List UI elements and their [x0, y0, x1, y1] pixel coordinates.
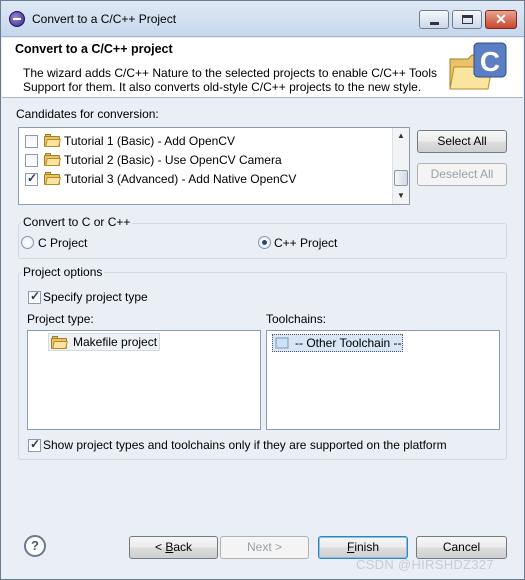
- minimize-button[interactable]: [419, 10, 449, 29]
- project-folder-icon: [44, 172, 61, 185]
- cpp-project-label: C++ Project: [274, 236, 338, 250]
- convert-group-label: Convert to C or C++: [21, 215, 133, 229]
- specify-type-label: Specify project type: [43, 290, 148, 304]
- scroll-up-icon[interactable]: ▲: [393, 128, 409, 144]
- window-title: Convert to a C/C++ Project: [32, 12, 177, 26]
- project-folder-icon: [44, 134, 61, 147]
- close-icon: ✕: [495, 11, 507, 27]
- cancel-button[interactable]: Cancel: [416, 536, 507, 559]
- banner-graphic-letter: C: [480, 46, 500, 77]
- list-item[interactable]: Tutorial 3 (Advanced) - Add Native OpenC…: [25, 170, 296, 188]
- list-item[interactable]: Tutorial 2 (Basic) - Use OpenCV Camera: [25, 151, 282, 169]
- show-supported-checkbox[interactable]: [28, 437, 41, 452]
- show-supported-label: Show project types and toolchains only i…: [43, 438, 447, 452]
- banner-title: Convert to a C/C++ project: [15, 42, 173, 56]
- deselect-all-button[interactable]: Deselect All: [417, 163, 507, 186]
- scroll-thumb[interactable]: [394, 170, 408, 186]
- close-button[interactable]: ✕: [485, 10, 517, 29]
- list-item[interactable]: Tutorial 1 (Basic) - Add OpenCV: [25, 132, 235, 150]
- scroll-down-icon[interactable]: ▼: [393, 188, 409, 204]
- finish-rest: inish: [354, 540, 380, 554]
- project-options-label: Project options: [21, 265, 105, 279]
- project-type-item: Makefile project: [73, 335, 158, 349]
- toolchain-icon: [275, 337, 289, 349]
- banner-description: The wizard adds C/C++ Nature to the sele…: [23, 66, 438, 94]
- title-bar[interactable]: Convert to a C/C++ Project ✕: [1, 1, 524, 37]
- candidate-checkbox-1[interactable]: [25, 134, 38, 148]
- maximize-button[interactable]: [452, 10, 482, 29]
- minimize-icon: [430, 22, 439, 25]
- cpp-project-radio[interactable]: [258, 236, 271, 249]
- toolchain-item: -- Other Toolchain --: [295, 336, 402, 350]
- candidate-checkbox-3[interactable]: [25, 171, 38, 186]
- list-item[interactable]: -- Other Toolchain --: [272, 334, 403, 352]
- candidates-scrollbar[interactable]: ▲ ▼: [392, 128, 409, 204]
- finish-button[interactable]: Finish: [318, 536, 408, 559]
- c-project-radio[interactable]: [21, 236, 34, 249]
- dialog-window: Convert to a C/C++ Project ✕ Convert to …: [0, 0, 525, 580]
- help-icon[interactable]: ?: [24, 535, 46, 557]
- toolchains-label: Toolchains:: [266, 312, 327, 326]
- wizard-banner: Convert to a C/C++ project The wizard ad…: [2, 38, 523, 98]
- back-rest: ack: [173, 540, 193, 554]
- next-button[interactable]: Next >: [220, 536, 309, 559]
- back-button[interactable]: < Back: [129, 536, 218, 559]
- maximize-icon: [462, 15, 473, 24]
- project-type-label: Project type:: [27, 312, 94, 326]
- toolchains-list[interactable]: -- Other Toolchain --: [266, 330, 500, 430]
- select-all-button[interactable]: Select All: [417, 130, 507, 153]
- list-item[interactable]: Makefile project: [48, 333, 160, 351]
- candidates-list[interactable]: Tutorial 1 (Basic) - Add OpenCV Tutorial…: [18, 127, 410, 205]
- back-prefix: <: [154, 540, 166, 554]
- candidate-label: Tutorial 1 (Basic) - Add OpenCV: [64, 134, 235, 148]
- candidates-label: Candidates for conversion:: [16, 107, 159, 121]
- candidate-checkbox-2[interactable]: [25, 153, 38, 167]
- candidate-label: Tutorial 2 (Basic) - Use OpenCV Camera: [64, 153, 282, 167]
- eclipse-icon: [9, 11, 25, 27]
- c-project-folder-icon: C: [449, 42, 507, 90]
- watermark: CSDN @HIRSHDZ327: [356, 557, 494, 572]
- candidate-label: Tutorial 3 (Advanced) - Add Native OpenC…: [64, 172, 297, 186]
- specify-type-checkbox[interactable]: [28, 289, 41, 304]
- c-project-label: C Project: [38, 236, 88, 250]
- project-type-list[interactable]: Makefile project: [27, 330, 261, 430]
- project-folder-icon: [44, 153, 61, 166]
- makefile-folder-icon: [51, 336, 68, 349]
